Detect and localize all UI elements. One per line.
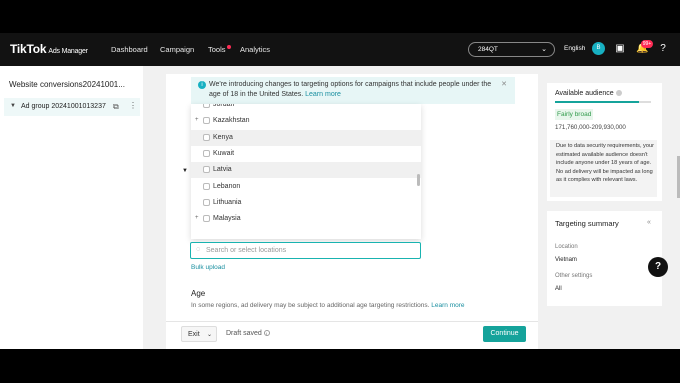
age-targeting-notice: i We're introducing changes to targeting… — [191, 77, 515, 104]
location-checkbox[interactable] — [203, 198, 210, 206]
nav-tools[interactable]: Tools — [208, 45, 231, 54]
tools-alert-dot — [226, 45, 231, 49]
location-checkbox[interactable] — [203, 133, 210, 141]
location-option[interactable]: Kenya — [191, 129, 421, 146]
more-vertical-icon[interactable]: ⋮ — [129, 101, 137, 110]
location-name: Kuwait — [213, 149, 235, 157]
summary-location-label: Location — [555, 244, 578, 250]
loading-icon: ◌ — [196, 246, 201, 253]
collapse-icon[interactable]: « — [647, 219, 651, 226]
location-name: Kenya — [213, 133, 233, 141]
audience-status-badge: Fairly broad — [555, 109, 593, 120]
targeting-summary-title: Targeting summary — [555, 219, 619, 228]
summary-other-label: Other settings — [555, 273, 593, 279]
audience-meter-fill — [555, 101, 640, 103]
location-option[interactable]: Lithuania — [191, 195, 421, 211]
info-icon: i — [198, 81, 206, 89]
campaign-tree-item[interactable]: Website conversions20241001... — [9, 80, 133, 89]
copy-icon[interactable]: ⧉ — [113, 102, 119, 112]
location-search-input[interactable]: ◌ Search or select locations — [190, 242, 421, 259]
notice-text: We're introducing changes to targeting o… — [209, 81, 492, 98]
location-checkbox[interactable] — [203, 182, 210, 190]
dropdown-scrollbar[interactable] — [417, 174, 420, 186]
info-icon: i — [263, 330, 270, 337]
notice-learn-more-link[interactable]: Learn more — [305, 91, 341, 98]
exit-button[interactable]: Exit ⌄ — [181, 326, 217, 342]
age-section-note: In some regions, ad delivery may be subj… — [191, 302, 465, 309]
summary-location-value: Vietnam — [555, 257, 577, 263]
location-option[interactable]: + Kazakhstan — [191, 113, 421, 129]
location-option[interactable]: Kuwait — [191, 146, 421, 162]
notification-badge: 99+ — [641, 40, 653, 48]
audience-title: Available audience — [555, 90, 622, 97]
adgroup-label: Ad group 20241001013237 — [21, 103, 106, 110]
location-name: Lebanon — [213, 182, 241, 190]
question-icon[interactable] — [615, 90, 622, 97]
account-selector[interactable]: 284QT ⌄ — [468, 42, 555, 57]
nav-dashboard[interactable]: Dashboard — [111, 45, 148, 54]
chevron-down-icon: ⌄ — [206, 332, 212, 338]
audience-meter — [555, 101, 651, 103]
draft-status: Draft saved i — [226, 330, 270, 337]
age-learn-more-link[interactable]: Learn more — [431, 302, 464, 309]
location-checkbox[interactable] — [203, 104, 210, 108]
nav-analytics[interactable]: Analytics — [240, 45, 270, 54]
nav-campaign[interactable]: Campaign — [160, 45, 194, 54]
expand-icon[interactable]: + — [195, 117, 199, 123]
location-checkbox[interactable] — [203, 215, 210, 223]
audience-range: 171,760,000-209,930,000 — [555, 124, 626, 131]
continue-button[interactable]: Continue — [483, 326, 526, 342]
expand-icon[interactable]: + — [195, 215, 199, 221]
location-name: Jordan — [213, 104, 235, 108]
caret-down-icon[interactable]: ▼ — [10, 103, 16, 109]
audience-note: Due to data security requirements, your … — [550, 140, 657, 197]
chevron-down-icon: ⌄ — [541, 46, 547, 53]
help-circle-icon[interactable]: ? — [657, 43, 669, 55]
avatar[interactable]: B — [592, 42, 605, 55]
language-selector[interactable]: English — [564, 45, 585, 52]
help-chat-icon[interactable]: ? — [648, 257, 668, 277]
briefcase-icon[interactable]: ▣ — [614, 43, 626, 55]
caret-down-icon[interactable]: ▼ — [182, 168, 188, 174]
bulk-upload-link[interactable]: Bulk upload — [191, 264, 225, 271]
location-name: Latvia — [213, 166, 232, 174]
location-checkbox[interactable] — [203, 117, 210, 125]
location-option[interactable]: Jordan — [191, 104, 421, 113]
location-name: Kazakhstan — [213, 117, 250, 125]
location-option[interactable]: Latvia — [191, 162, 421, 179]
age-section-title: Age — [191, 289, 206, 298]
location-checkbox[interactable] — [203, 166, 210, 174]
location-option[interactable]: Lebanon — [191, 179, 421, 195]
location-name: Malaysia — [213, 215, 241, 223]
close-icon[interactable]: ✕ — [501, 80, 507, 90]
location-dropdown: Jordan + Kazakhstan Kenya Kuwait Latvia Lebano… — [191, 104, 421, 239]
location-option[interactable]: + Malaysia — [191, 211, 421, 227]
location-name: Lithuania — [213, 198, 242, 206]
tiktok-ads-logo[interactable]: TikTok Ads Manager — [10, 42, 88, 56]
adgroup-tree-item[interactable]: ▼ Ad group 20241001013237 ⧉ ⋮ — [4, 98, 140, 116]
location-checkbox[interactable] — [203, 149, 210, 157]
summary-other-value: All — [555, 286, 562, 292]
